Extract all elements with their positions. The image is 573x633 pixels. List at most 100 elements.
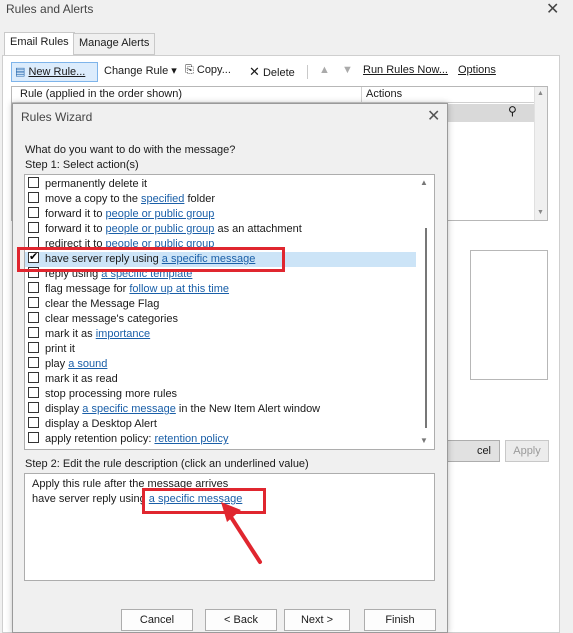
description-text: have server reply using bbox=[32, 493, 149, 505]
copy-label: Copy... bbox=[196, 64, 231, 76]
list-item[interactable]: mark it as importance bbox=[25, 327, 416, 342]
scroll-down-icon[interactable]: ▼ bbox=[420, 436, 428, 445]
move-down-icon[interactable]: ▼ bbox=[339, 62, 356, 82]
action-link[interactable]: people or public group bbox=[106, 208, 215, 220]
wizard-question: What do you want to do with the message? bbox=[25, 144, 236, 156]
step1-label: Step 1: Select action(s) bbox=[25, 159, 139, 171]
action-link[interactable]: importance bbox=[96, 328, 150, 340]
delete-label: Delete bbox=[262, 67, 295, 79]
new-rule-button[interactable]: ▤ New Rule... bbox=[11, 62, 98, 82]
window-title: Rules and Alerts bbox=[6, 2, 94, 16]
action-link[interactable]: specified bbox=[141, 193, 184, 205]
column-divider bbox=[361, 87, 362, 103]
action-checkbox[interactable] bbox=[28, 387, 39, 398]
close-icon[interactable]: ✕ bbox=[546, 0, 559, 19]
action-link[interactable]: people or public group bbox=[106, 223, 215, 235]
action-text: forward it to bbox=[45, 223, 106, 235]
delete-button[interactable]: ✕ Delete bbox=[246, 62, 298, 82]
finish-button[interactable]: Finish bbox=[364, 609, 436, 631]
rule-description-box bbox=[470, 250, 548, 380]
move-up-icon[interactable]: ▲ bbox=[316, 62, 333, 82]
action-checkbox[interactable] bbox=[28, 297, 39, 308]
list-item[interactable]: move a copy to the specified folder bbox=[25, 192, 416, 207]
list-item[interactable]: permanently delete it bbox=[25, 177, 416, 192]
action-text: play bbox=[45, 358, 69, 370]
run-rules-now-label: Run Rules Now... bbox=[363, 64, 448, 76]
action-text: folder bbox=[184, 193, 215, 205]
action-link[interactable]: retention policy bbox=[154, 433, 228, 445]
action-text: clear the Message Flag bbox=[45, 298, 160, 310]
dropdown-caret-icon: ▾ bbox=[171, 65, 177, 77]
delete-x-icon: ✕ bbox=[249, 64, 260, 79]
list-item[interactable]: forward it to people or public group as … bbox=[25, 222, 416, 237]
list-item[interactable]: clear message's categories bbox=[25, 312, 416, 327]
action-text: flag message for bbox=[45, 283, 130, 295]
action-checkbox[interactable] bbox=[28, 327, 39, 338]
action-text: move a copy to the bbox=[45, 193, 141, 205]
list-item[interactable]: stop processing more rules bbox=[25, 387, 416, 402]
action-text: mark it as bbox=[45, 328, 96, 340]
action-text: forward it to bbox=[45, 208, 106, 220]
action-text: in the New Item Alert window bbox=[175, 403, 321, 415]
change-rule-label: Change Rule bbox=[104, 65, 169, 77]
list-item[interactable]: display a specific message in the New It… bbox=[25, 402, 416, 417]
step2-label: Step 2: Edit the rule description (click… bbox=[25, 458, 309, 470]
options-button[interactable]: Options bbox=[455, 62, 499, 82]
action-link[interactable]: follow up at this time bbox=[129, 283, 229, 295]
actions-column-header[interactable]: Actions bbox=[366, 88, 402, 100]
copy-icon: ⎘ bbox=[185, 64, 194, 76]
tab-manage-alerts[interactable]: Manage Alerts bbox=[73, 33, 156, 55]
rules-column-header[interactable]: Rule (applied in the order shown) bbox=[20, 88, 182, 100]
action-text: display bbox=[45, 403, 83, 415]
action-text: apply retention policy: bbox=[45, 433, 155, 445]
action-checkbox[interactable] bbox=[28, 312, 39, 323]
cancel-button[interactable]: Cancel bbox=[121, 609, 193, 631]
action-checkbox[interactable] bbox=[28, 402, 39, 413]
copy-button[interactable]: ⎘ Copy... bbox=[182, 62, 234, 82]
list-item[interactable]: play a sound bbox=[25, 357, 416, 372]
list-item[interactable]: clear the Message Flag bbox=[25, 297, 416, 312]
back-button[interactable]: < Back bbox=[205, 609, 277, 631]
annotation-arrow-icon bbox=[221, 502, 262, 564]
scroll-up-icon[interactable]: ▲ bbox=[420, 178, 428, 187]
dialog-title: Rules Wizard bbox=[21, 110, 93, 124]
action-text: display a Desktop Alert bbox=[45, 418, 157, 430]
list-item[interactable]: mark it as read bbox=[25, 372, 416, 387]
list-item[interactable]: print it bbox=[25, 342, 416, 357]
tab-email-rules[interactable]: Email Rules bbox=[4, 32, 75, 56]
apply-button[interactable]: Apply bbox=[505, 440, 549, 462]
action-link[interactable]: a sound bbox=[68, 358, 107, 370]
action-checkbox[interactable] bbox=[28, 417, 39, 428]
list-item[interactable]: forward it to people or public group bbox=[25, 207, 416, 222]
list-item[interactable]: display a Desktop Alert bbox=[25, 417, 416, 432]
change-rule-button[interactable]: Change Rule ▾ bbox=[101, 62, 180, 82]
new-rule-icon: ▤ bbox=[15, 66, 26, 78]
action-checkbox[interactable] bbox=[28, 207, 39, 218]
list-item[interactable]: flag message for follow up at this time bbox=[25, 282, 416, 297]
action-text: clear message's categories bbox=[45, 313, 178, 325]
run-rules-now-button[interactable]: Run Rules Now... bbox=[360, 62, 451, 82]
action-checkbox[interactable] bbox=[28, 177, 39, 188]
action-text: permanently delete it bbox=[45, 178, 148, 190]
action-checkbox[interactable] bbox=[28, 432, 39, 443]
list-item[interactable]: apply retention policy: retention policy bbox=[25, 432, 416, 447]
scroll-thumb[interactable] bbox=[425, 228, 427, 428]
action-checkbox[interactable] bbox=[28, 357, 39, 368]
rule-action-icon: ⚲ bbox=[508, 104, 517, 118]
next-button[interactable]: Next > bbox=[284, 609, 350, 631]
scroll-down-icon[interactable]: ▼ bbox=[537, 209, 544, 216]
scroll-up-icon[interactable]: ▲ bbox=[537, 90, 544, 97]
bg-cancel-button[interactable]: cel bbox=[440, 440, 500, 462]
action-checkbox[interactable] bbox=[28, 222, 39, 233]
action-link[interactable]: a specific message bbox=[82, 403, 176, 415]
options-label: Options bbox=[458, 64, 496, 76]
toolbar-separator bbox=[307, 65, 308, 79]
action-checkbox[interactable] bbox=[28, 342, 39, 353]
action-checkbox[interactable] bbox=[28, 372, 39, 383]
close-icon[interactable]: ✕ bbox=[427, 106, 440, 126]
action-text: as an attachment bbox=[214, 223, 302, 235]
highlight-box-selected-action bbox=[17, 247, 285, 272]
rules-scrollbar[interactable] bbox=[534, 87, 547, 220]
action-checkbox[interactable] bbox=[28, 282, 39, 293]
action-checkbox[interactable] bbox=[28, 192, 39, 203]
